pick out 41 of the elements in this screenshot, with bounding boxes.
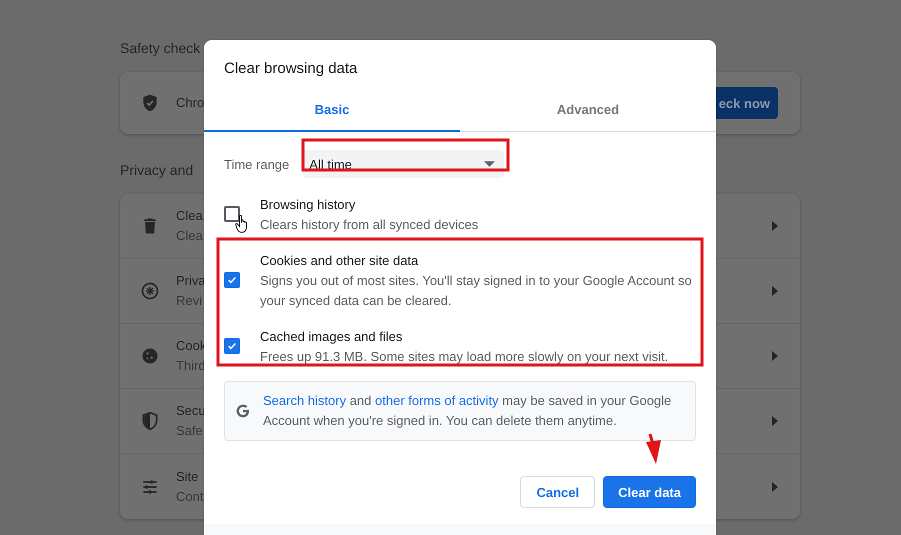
g-logo-icon	[235, 403, 251, 419]
shield-icon	[140, 411, 160, 431]
section-heading: Privacy and	[120, 162, 194, 178]
tab[interactable]: Basic	[204, 94, 460, 132]
notice-text: Search history and other forms of activity may be saved in your Google Account when you're signed in. You can delete them anytime.	[263, 392, 672, 430]
caret-icon	[772, 286, 778, 296]
checkbox[interactable]	[224, 272, 240, 288]
compass-icon	[140, 281, 160, 301]
setting-title: Secu	[176, 402, 206, 420]
time-range-label: Time range	[224, 156, 290, 172]
setting-title: Chro	[176, 94, 204, 112]
section-heading: Safety check	[120, 40, 200, 56]
link[interactable]: other forms of activity	[375, 393, 499, 408]
dialog-title: Clear browsing data	[223, 59, 358, 79]
option-description: Signs you out of most sites. You'll stay signed in to your Google Account so your synced data can be cleared.	[260, 272, 693, 310]
hand-cursor-icon	[235, 214, 250, 233]
option-title: Browsing history	[260, 196, 356, 214]
cookie-icon	[140, 346, 160, 366]
checkmark-icon	[226, 274, 238, 286]
setting-title: Priva	[176, 272, 206, 290]
caret-icon	[772, 221, 778, 231]
setting-subtitle: Clea	[176, 227, 203, 245]
setting-subtitle: Revi	[176, 292, 202, 310]
checkbox[interactable]	[224, 338, 240, 354]
setting-title: Site	[176, 468, 198, 486]
caret-icon	[772, 416, 778, 426]
caret-icon	[772, 351, 778, 361]
setting-title: Clea	[176, 207, 203, 225]
cancel-button[interactable]: Cancel	[520, 476, 596, 508]
clear-data-button[interactable]: Clear data	[603, 476, 696, 508]
caret-icon	[484, 161, 496, 167]
checkmark-icon	[226, 340, 238, 352]
setting-subtitle: Cont	[176, 488, 204, 506]
caret-icon	[772, 482, 778, 492]
option-title: Cached images and files	[260, 328, 404, 346]
link[interactable]: Search history	[263, 393, 346, 408]
option-description: Frees up 91.3 MB. Some sites may load more slowly on your next visit.	[260, 348, 668, 366]
setting-subtitle: Safe	[176, 422, 203, 440]
option-title: Cookies and other site data	[260, 252, 420, 270]
option-description: Clears history from all synced devices	[260, 216, 478, 234]
arrow	[646, 434, 661, 464]
